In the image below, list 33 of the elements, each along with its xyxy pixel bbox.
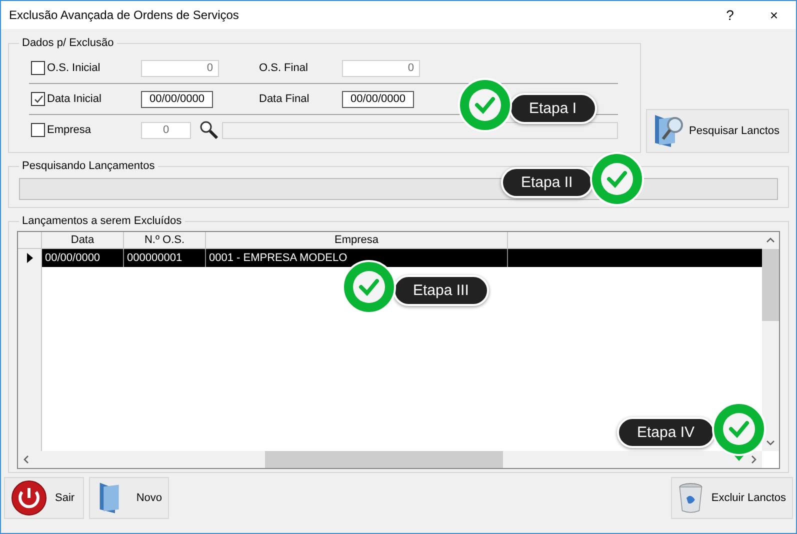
group-title: Lançamentos a serem Excluídos	[21, 215, 183, 227]
trash-can-icon	[678, 480, 704, 516]
step-label: Etapa IV	[617, 416, 715, 448]
vertical-scrollbar[interactable]	[762, 232, 779, 451]
checkbox[interactable]	[31, 92, 45, 106]
table-cell: 0001 - EMPRESA MODELO	[206, 249, 508, 267]
field-label: O.S. Inicial	[47, 62, 102, 74]
step-label: Etapa II	[501, 166, 593, 198]
check-icon	[32, 94, 44, 104]
row-pointer-icon	[26, 253, 32, 263]
power-icon	[11, 480, 47, 516]
scroll-thumb[interactable]	[265, 451, 503, 468]
group-title: Dados p/ Exclusão	[21, 37, 115, 49]
step-label: Etapa I	[509, 92, 597, 124]
field-label: Empresa	[47, 124, 92, 136]
date-field[interactable]: 00/00/0000	[342, 90, 414, 108]
window-title: Exclusão Avançada de Ordens de Serviços	[9, 8, 240, 22]
exit-button[interactable]: Sair	[4, 477, 84, 519]
table-cell: 000000001	[124, 249, 206, 267]
help-button[interactable]: ?	[708, 1, 752, 29]
field-label: Data Final	[259, 93, 310, 105]
field-label: Data Inicial	[47, 93, 102, 105]
scroll-thumb[interactable]	[762, 249, 779, 321]
new-button[interactable]: Novo	[89, 477, 169, 519]
search-icon[interactable]	[199, 120, 219, 140]
delete-button[interactable]: Excluir Lanctos	[671, 477, 793, 519]
search-button[interactable]: Pesquisar Lanctos	[646, 109, 789, 153]
field-label: O.S. Final	[259, 62, 309, 74]
group-title: Pesquisando Lançamentos	[21, 160, 156, 172]
date-field[interactable]: 00/00/0000	[141, 90, 213, 108]
step-label: Etapa III	[393, 274, 489, 306]
close-button[interactable]: ×	[752, 1, 796, 29]
table-cell: 00/00/0000	[42, 249, 124, 267]
